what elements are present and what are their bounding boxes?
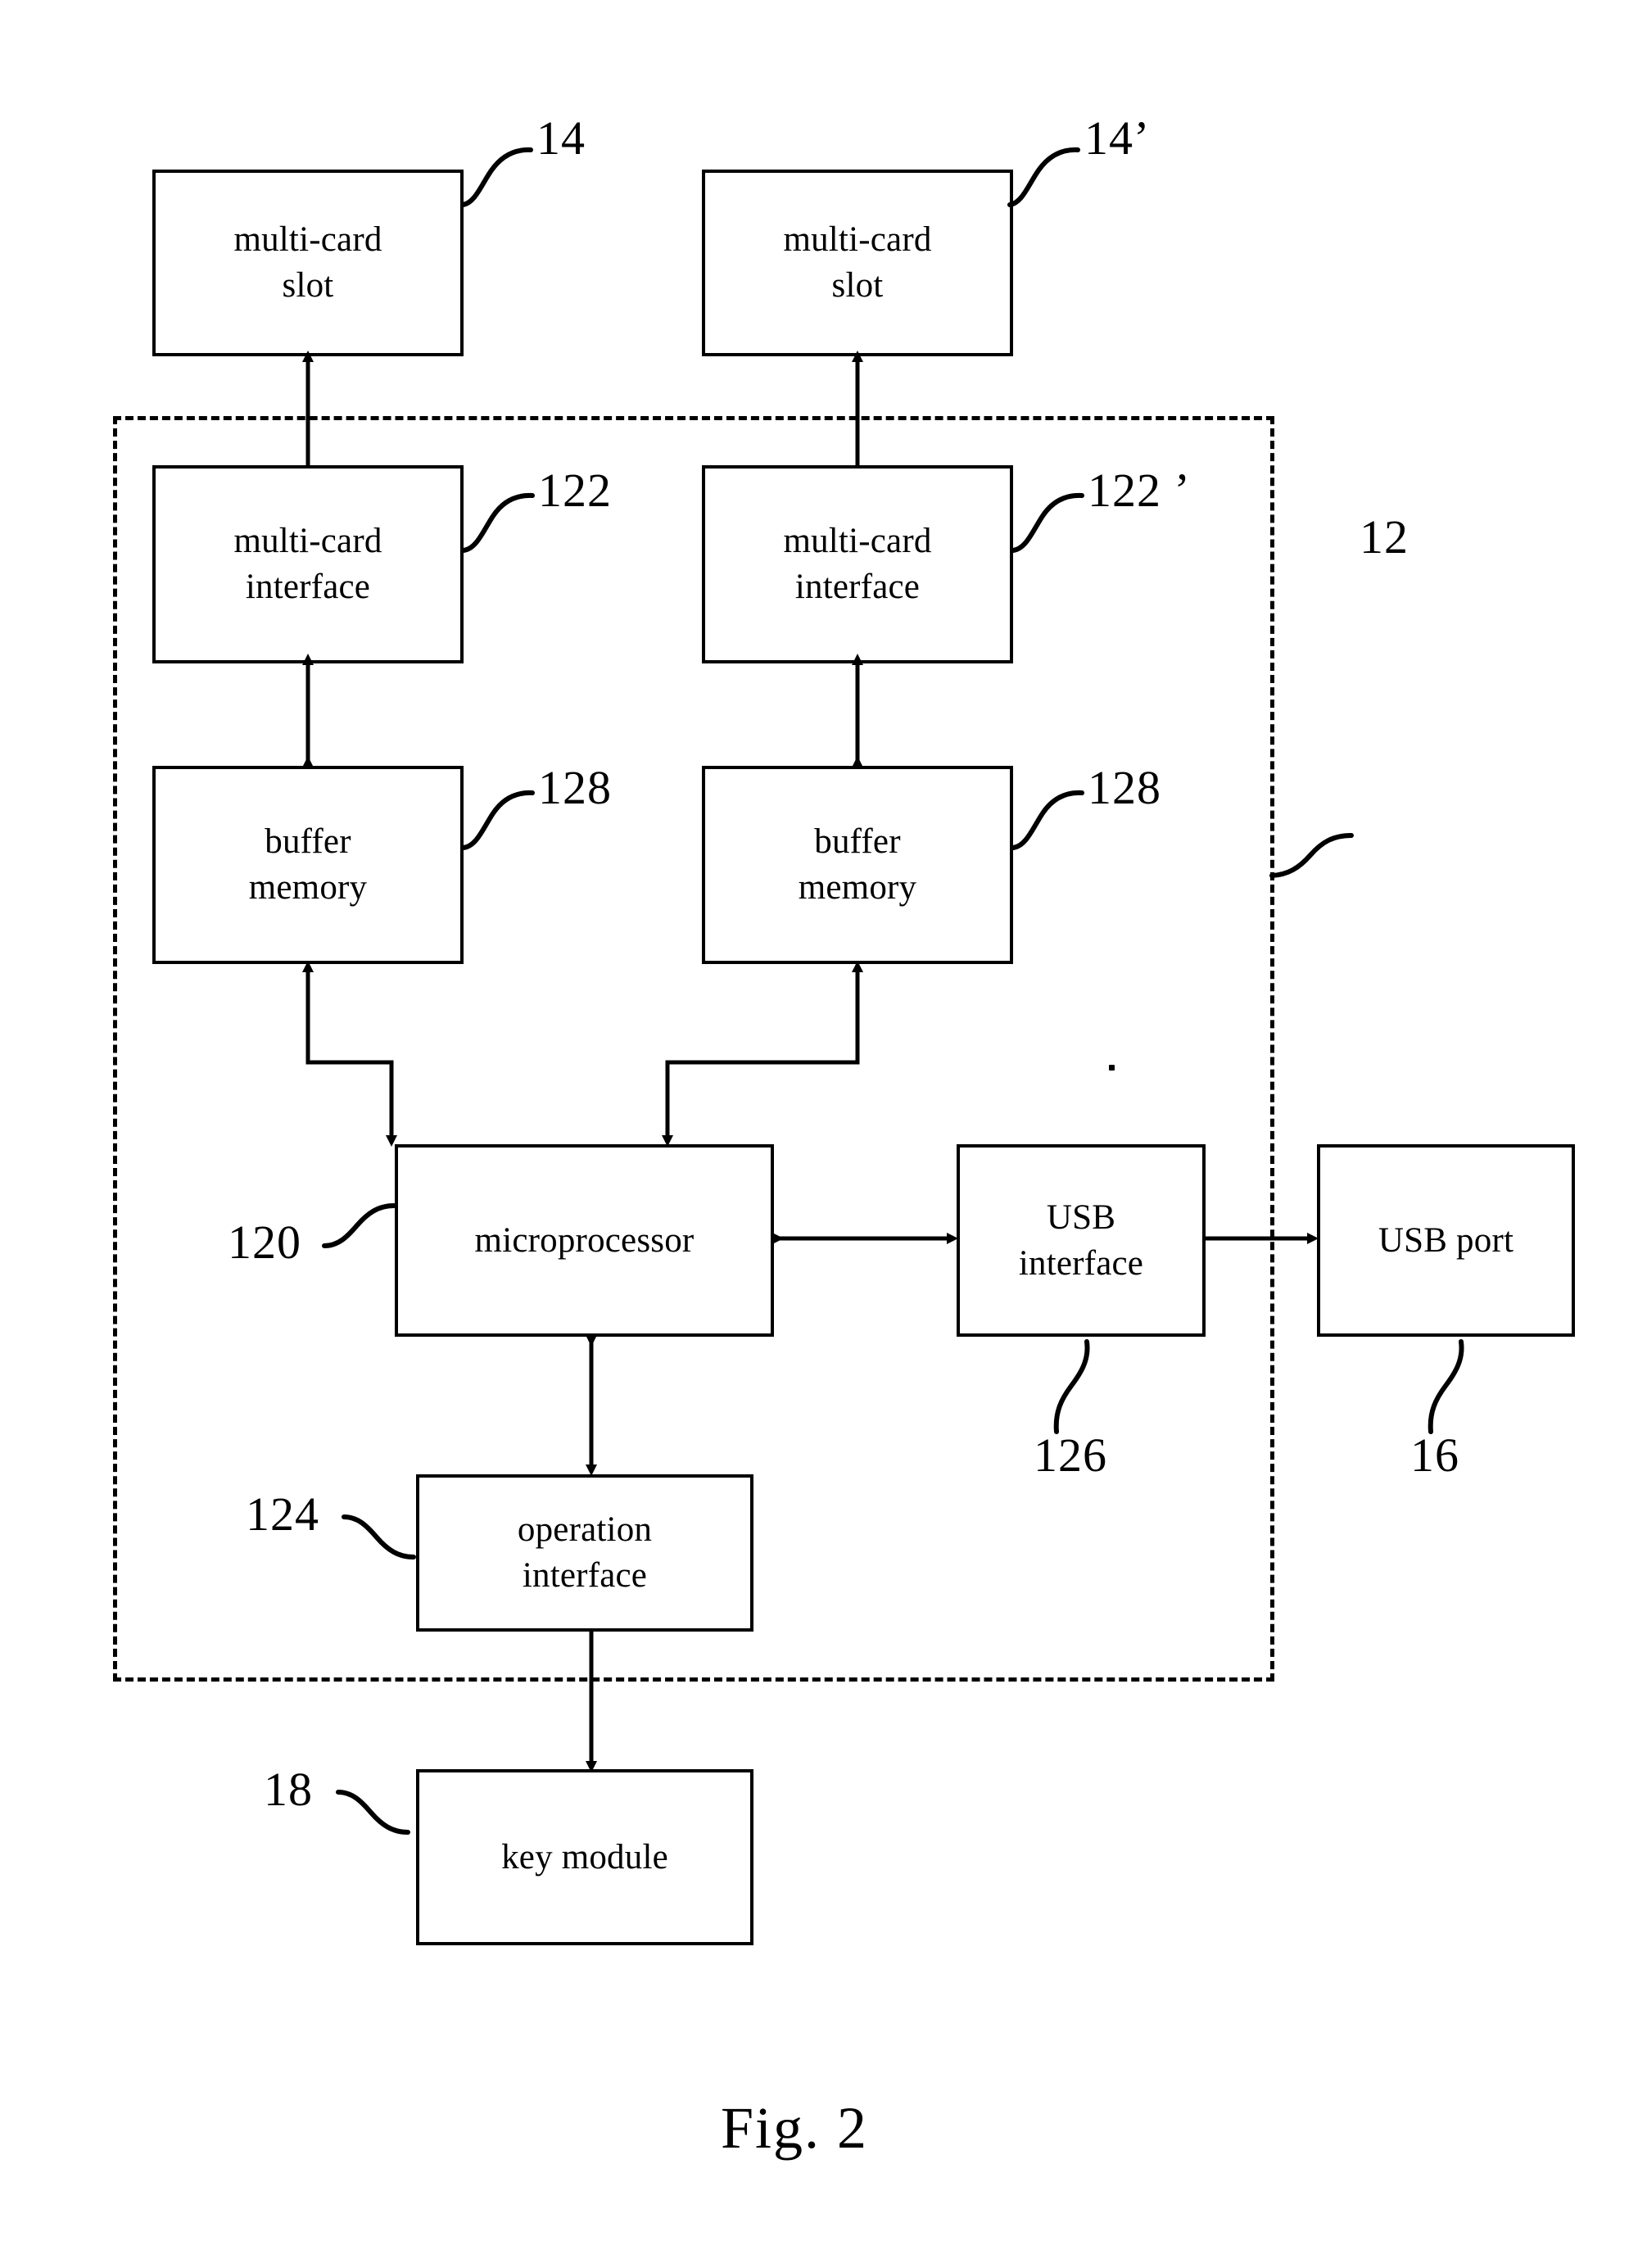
leader-14	[460, 147, 533, 207]
block-label-line1: buffer	[814, 822, 901, 862]
block-label-line1: USB port	[1378, 1220, 1514, 1260]
ref-numeral-128-left: 128	[538, 761, 612, 814]
ref-numeral-120: 120	[228, 1215, 301, 1269]
ref-numeral-126: 126	[1034, 1428, 1107, 1482]
block-operation-interface[interactable]: operation interface	[416, 1474, 753, 1632]
ref-numeral-14-prime: 14’	[1084, 111, 1151, 165]
ref-numeral-12: 12	[1360, 510, 1409, 564]
block-buffer-memory-left[interactable]: buffer memory	[152, 766, 464, 964]
block-label-line1: key module	[501, 1837, 668, 1876]
block-label-line2: interface	[245, 568, 371, 606]
block-multi-card-slot-left[interactable]: multi-card slot	[152, 170, 464, 356]
block-label-line1: USB	[1046, 1197, 1116, 1237]
block-label-line2: interface	[522, 1556, 648, 1595]
block-label-line2: memory	[798, 868, 917, 907]
ref-numeral-122: 122	[538, 464, 612, 517]
ref-numeral-14: 14	[536, 111, 586, 165]
ref-numeral-128-right: 128	[1088, 761, 1161, 814]
block-label-line2: memory	[248, 868, 368, 907]
block-label-line1: operation	[517, 1510, 653, 1550]
ref-numeral-124: 124	[246, 1487, 319, 1541]
block-label-line2: interface	[794, 568, 921, 606]
block-usb-port[interactable]: USB port	[1317, 1144, 1575, 1337]
ref-numeral-122-prime: 122 ’	[1088, 464, 1191, 517]
block-label-line1: multi-card	[783, 522, 932, 561]
leader-12	[1269, 833, 1354, 878]
ref-numeral-18: 18	[264, 1763, 313, 1816]
patent-figure-sheet: multi-card slot multi-card slot multi-ca…	[0, 0, 1647, 2268]
block-usb-interface[interactable]: USB interface	[957, 1144, 1206, 1337]
leader-16	[1428, 1339, 1464, 1434]
block-multi-card-interface-right[interactable]: multi-card interface	[702, 465, 1013, 663]
scan-speck	[1109, 1065, 1115, 1071]
block-label-line1: multi-card	[783, 220, 932, 260]
block-label-line1: multi-card	[233, 220, 382, 260]
block-multi-card-interface-left[interactable]: multi-card interface	[152, 465, 464, 663]
block-label-line1: microprocessor	[474, 1220, 695, 1260]
block-label-line2: interface	[1018, 1243, 1144, 1283]
block-key-module[interactable]: key module	[416, 1769, 753, 1945]
block-microprocessor[interactable]: microprocessor	[395, 1144, 774, 1337]
leader-18	[336, 1790, 410, 1835]
block-label-line2: slot	[282, 266, 334, 305]
block-label-line2: slot	[831, 266, 884, 305]
figure-caption: Fig. 2	[721, 2095, 869, 2161]
block-label-line1: multi-card	[233, 522, 382, 561]
leader-14-prime	[1007, 147, 1080, 207]
ref-numeral-16: 16	[1410, 1428, 1459, 1482]
block-buffer-memory-right[interactable]: buffer memory	[702, 766, 1013, 964]
block-multi-card-slot-right[interactable]: multi-card slot	[702, 170, 1013, 356]
block-label-line1: buffer	[265, 822, 351, 862]
